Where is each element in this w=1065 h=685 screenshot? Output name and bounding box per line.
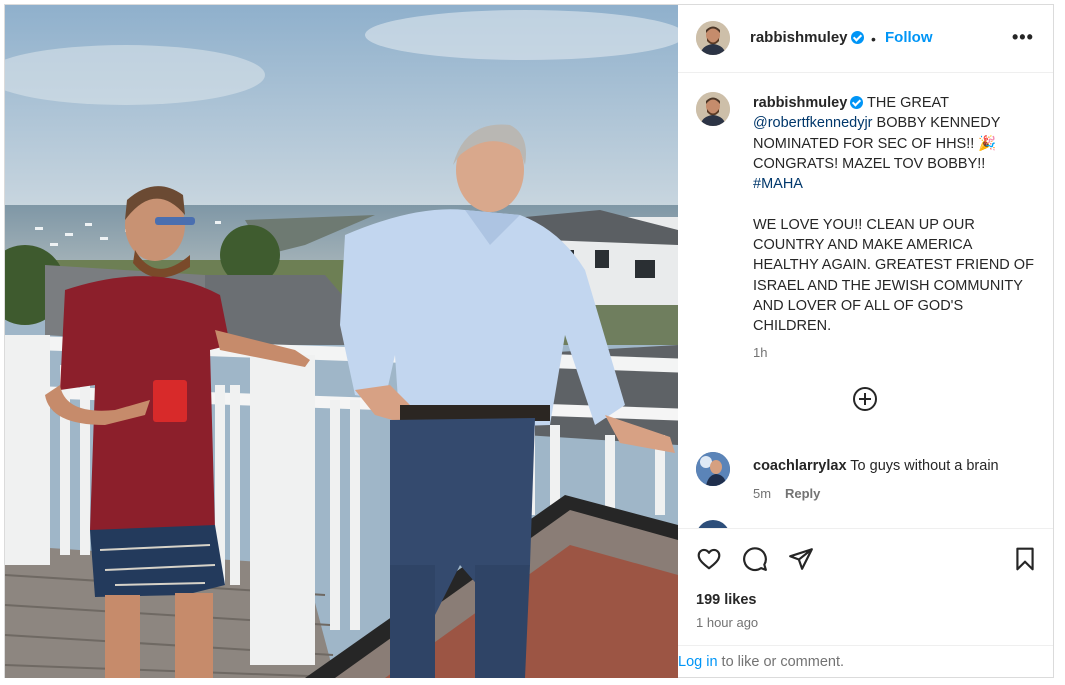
comments-section: rabbishmuley THE GREAT @robertfkennedyjr… — [678, 74, 1053, 528]
comment-reply-button[interactable]: Reply — [785, 486, 820, 501]
caption-timestamp[interactable]: 1h — [753, 345, 767, 360]
caption-verified-badge-icon — [850, 95, 864, 109]
author-avatar-image — [696, 21, 730, 55]
comment-username[interactable]: coachlarrylax — [753, 458, 847, 474]
post-age[interactable]: 1 hour ago — [696, 615, 758, 630]
comment-icon[interactable] — [742, 546, 768, 572]
comment-item: coachlarrylax To guys without a brain — [753, 458, 999, 474]
commenter-avatar[interactable] — [696, 452, 730, 486]
comment-body: To guys without a brain — [850, 458, 999, 474]
post-caption: rabbishmuley THE GREAT @robertfkennedyjr… — [753, 93, 1038, 337]
login-prompt-text: Log in to like or comment. — [678, 654, 844, 670]
heart-icon[interactable] — [696, 546, 722, 572]
comment-timestamp[interactable]: 5m — [753, 486, 771, 501]
likes-count[interactable]: 199 likes — [696, 592, 756, 608]
caption-avatar-image — [696, 92, 730, 126]
post-actions: 199 likes 1 hour ago — [678, 528, 1053, 645]
next-commenter-avatar[interactable] — [696, 520, 730, 528]
verified-badge-icon — [850, 30, 864, 44]
post-side-panel: rabbishmuley • Follow ••• rabbishmuley T… — [678, 5, 1053, 677]
commenter-avatar-image — [696, 452, 730, 486]
bookmark-icon[interactable] — [1012, 546, 1038, 572]
follow-button[interactable]: Follow — [885, 29, 933, 46]
caption-paragraph-2: WE LOVE YOU!! CLEAN UP OUR COUNTRY AND M… — [753, 216, 1034, 335]
post-photo-image — [5, 5, 678, 678]
post-photo[interactable] — [5, 5, 678, 678]
login-suffix: to like or comment. — [717, 654, 845, 670]
author-avatar[interactable] — [696, 21, 730, 55]
plus-circle-icon[interactable] — [853, 387, 877, 411]
mention-link[interactable]: @robertfkennedyjr — [753, 115, 873, 131]
caption-author-avatar[interactable] — [696, 92, 730, 126]
hashtag-link[interactable]: #MAHA — [753, 176, 803, 192]
login-link[interactable]: Log in — [678, 654, 718, 670]
login-prompt: Log in to like or comment. — [678, 645, 1053, 677]
caption-username[interactable]: rabbishmuley — [753, 95, 847, 111]
author-username[interactable]: rabbishmuley — [750, 29, 864, 46]
author-username-text[interactable]: rabbishmuley — [750, 29, 848, 46]
caption-text-part1: THE GREAT — [863, 95, 949, 111]
header-separator: • — [871, 31, 876, 47]
share-icon[interactable] — [788, 546, 814, 572]
more-options-icon[interactable]: ••• — [1012, 27, 1034, 48]
post-header: rabbishmuley • Follow ••• — [678, 5, 1053, 73]
